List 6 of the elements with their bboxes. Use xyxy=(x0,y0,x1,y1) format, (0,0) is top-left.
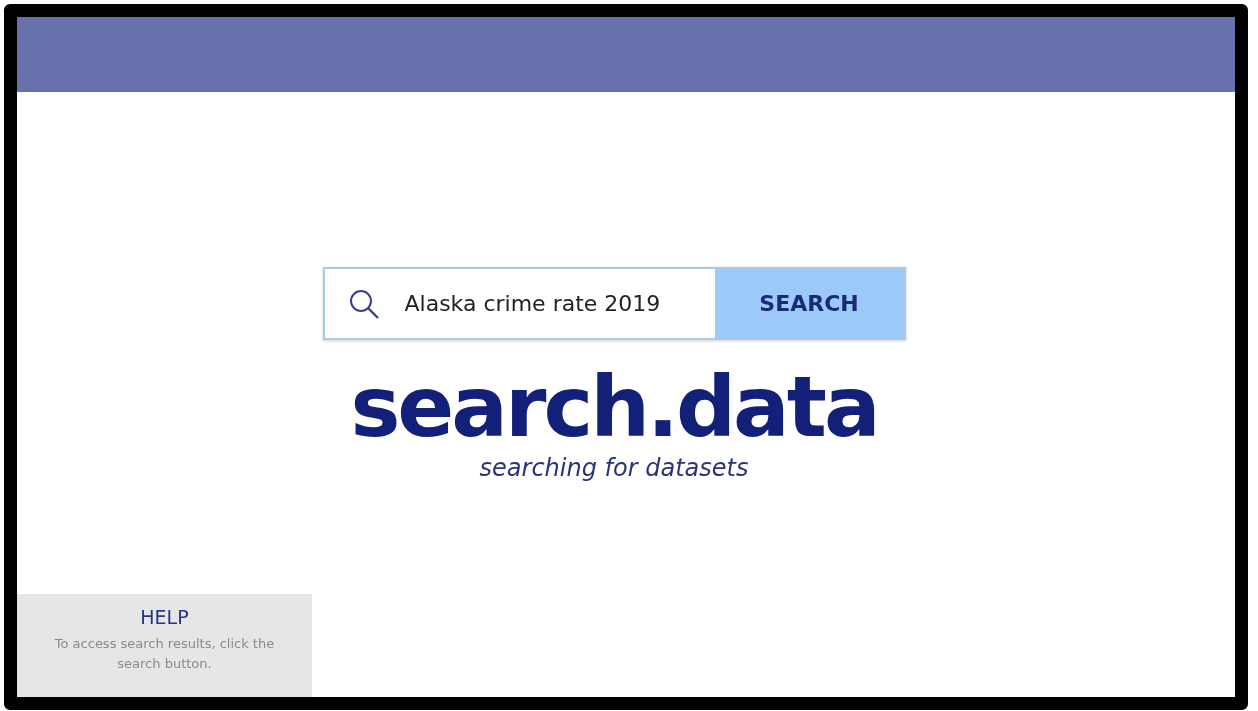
logo-title: search.data xyxy=(350,362,878,452)
tagline: searching for datasets xyxy=(479,454,749,482)
search-button[interactable]: SEARCH xyxy=(714,269,904,338)
help-text: To access search results, click the search button. xyxy=(53,635,276,673)
help-title: HELP xyxy=(140,606,189,628)
search-field[interactable]: Alaska crime rate 2019 xyxy=(404,291,715,316)
